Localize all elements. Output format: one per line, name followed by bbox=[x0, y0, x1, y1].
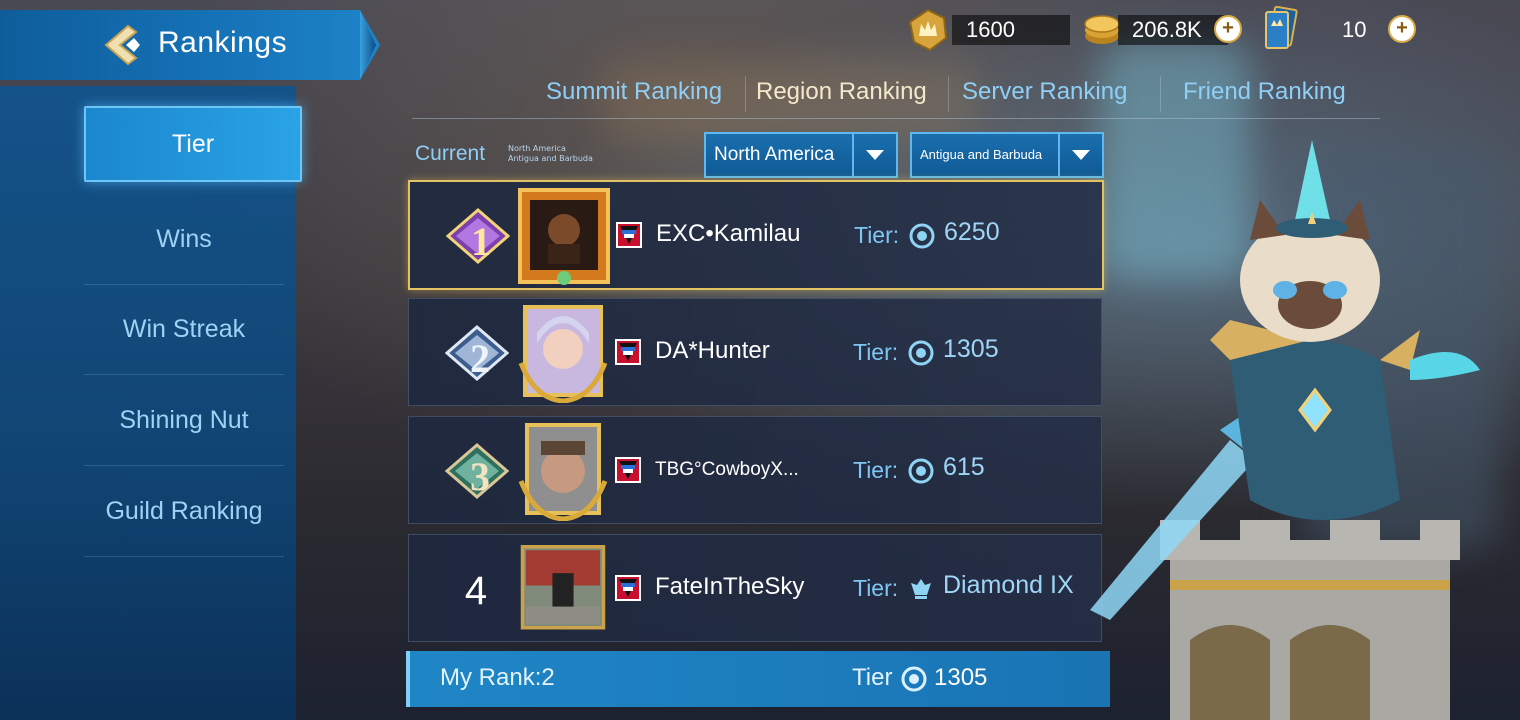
chevron-down-icon bbox=[852, 134, 896, 176]
coins-value: 206.8K bbox=[1118, 15, 1228, 45]
cat-character-illustration bbox=[1090, 140, 1480, 720]
sidebar-item-wins[interactable]: Wins bbox=[84, 194, 284, 285]
player-name: FateInTheSky bbox=[655, 573, 805, 600]
my-rank-tier-label: Tier bbox=[852, 664, 893, 691]
tier-value: Diamond IX bbox=[943, 571, 1074, 599]
title-bar: Rankings bbox=[0, 10, 380, 80]
region-dropdown-value: North America bbox=[714, 144, 835, 165]
country-dropdown[interactable]: Antigua and Barbuda bbox=[910, 132, 1104, 178]
add-tickets-button[interactable]: + bbox=[1388, 15, 1416, 43]
back-arrow-icon[interactable] bbox=[98, 22, 144, 68]
tab-server-ranking[interactable]: Server Ranking bbox=[962, 78, 1127, 106]
add-coins-button[interactable]: + bbox=[1214, 15, 1242, 43]
sidebar: Tier Wins Win Streak Shining Nut Guild R… bbox=[0, 86, 302, 720]
tier-label: Tier: bbox=[854, 222, 900, 248]
my-rank-bar: My Rank:2 Tier 1305 bbox=[406, 651, 1110, 707]
ranking-row[interactable]: 3 TBG°CowboyX... Tier: 615 bbox=[408, 416, 1102, 524]
tab-friend-ranking[interactable]: Friend Ranking bbox=[1183, 78, 1346, 106]
current-location: North America Antigua and Barbuda bbox=[508, 144, 593, 164]
tab-underline bbox=[412, 118, 1380, 119]
my-rank-label: My Rank:2 bbox=[440, 664, 555, 691]
avatar-frame-icon bbox=[518, 188, 610, 285]
my-rank-tier-value: 1305 bbox=[934, 664, 988, 691]
player-name: DA*Hunter bbox=[655, 337, 770, 364]
avatar-frame-icon bbox=[518, 305, 608, 403]
tab-region-ranking[interactable]: Region Ranking bbox=[756, 78, 927, 106]
ranking-row[interactable]: 4 FateInTheSky Tier: Diamond IX bbox=[408, 534, 1102, 642]
currency-tickets: 10 + bbox=[1262, 6, 1422, 49]
currency-coins: 206.8K + bbox=[1082, 12, 1242, 46]
antigua-flag-icon bbox=[615, 457, 641, 483]
avatar-frame-icon bbox=[518, 423, 608, 521]
ranking-row[interactable]: 1 EXC•Kamilau Tier: 6250 bbox=[408, 180, 1104, 290]
rank-number: 4 bbox=[464, 569, 488, 613]
ranking-row[interactable]: 2 DA*Hunter Tier: 1305 bbox=[408, 298, 1102, 406]
current-label: Current bbox=[415, 142, 486, 165]
crown-value: 1600 bbox=[952, 15, 1070, 45]
page-title: Rankings bbox=[158, 26, 288, 59]
tier-label: Tier: bbox=[853, 339, 899, 365]
current-country: Antigua and Barbuda bbox=[508, 154, 593, 163]
tier-laurel-icon bbox=[909, 223, 935, 249]
sidebar-item-guild-ranking[interactable]: Guild Ranking bbox=[84, 466, 284, 557]
tab-divider bbox=[1160, 76, 1161, 112]
crown-coin-icon bbox=[908, 8, 948, 52]
currency-crown: 1600 bbox=[906, 8, 1070, 52]
ticket-icon bbox=[1265, 6, 1298, 49]
coin-stack-icon bbox=[1084, 15, 1120, 44]
player-name: EXC•Kamilau bbox=[656, 220, 801, 247]
player-name: TBG°CowboyX... bbox=[655, 459, 799, 480]
tier-laurel-icon bbox=[901, 666, 927, 692]
antigua-flag-icon bbox=[615, 575, 641, 601]
antigua-flag-icon bbox=[615, 339, 641, 365]
tab-summit-ranking[interactable]: Summit Ranking bbox=[546, 78, 722, 106]
diamond-tier-icon bbox=[911, 579, 931, 599]
rank-number: 2 bbox=[470, 336, 490, 381]
region-dropdown[interactable]: North America bbox=[704, 132, 898, 178]
current-region: North America bbox=[508, 144, 566, 153]
tier-laurel-icon bbox=[908, 340, 934, 366]
antigua-flag-icon bbox=[616, 222, 642, 248]
avatar-photo-icon bbox=[520, 545, 606, 630]
sidebar-item-shining-nut[interactable]: Shining Nut bbox=[84, 375, 284, 466]
rank-number: 1 bbox=[471, 219, 491, 264]
tier-value: 6250 bbox=[944, 218, 1000, 246]
tab-divider bbox=[745, 76, 746, 112]
rank-number: 3 bbox=[470, 454, 490, 499]
tier-value: 615 bbox=[943, 453, 985, 481]
tier-label: Tier: bbox=[853, 457, 899, 483]
tier-value: 1305 bbox=[943, 335, 999, 363]
country-dropdown-value: Antigua and Barbuda bbox=[920, 147, 1043, 162]
title-bar-edge bbox=[360, 10, 376, 80]
tickets-value: 10 bbox=[1342, 17, 1367, 42]
sidebar-item-tier[interactable]: Tier bbox=[84, 106, 302, 182]
tab-divider bbox=[948, 76, 949, 112]
tier-label: Tier: bbox=[853, 575, 899, 601]
sidebar-item-win-streak[interactable]: Win Streak bbox=[84, 284, 284, 375]
tier-laurel-icon bbox=[908, 458, 934, 484]
